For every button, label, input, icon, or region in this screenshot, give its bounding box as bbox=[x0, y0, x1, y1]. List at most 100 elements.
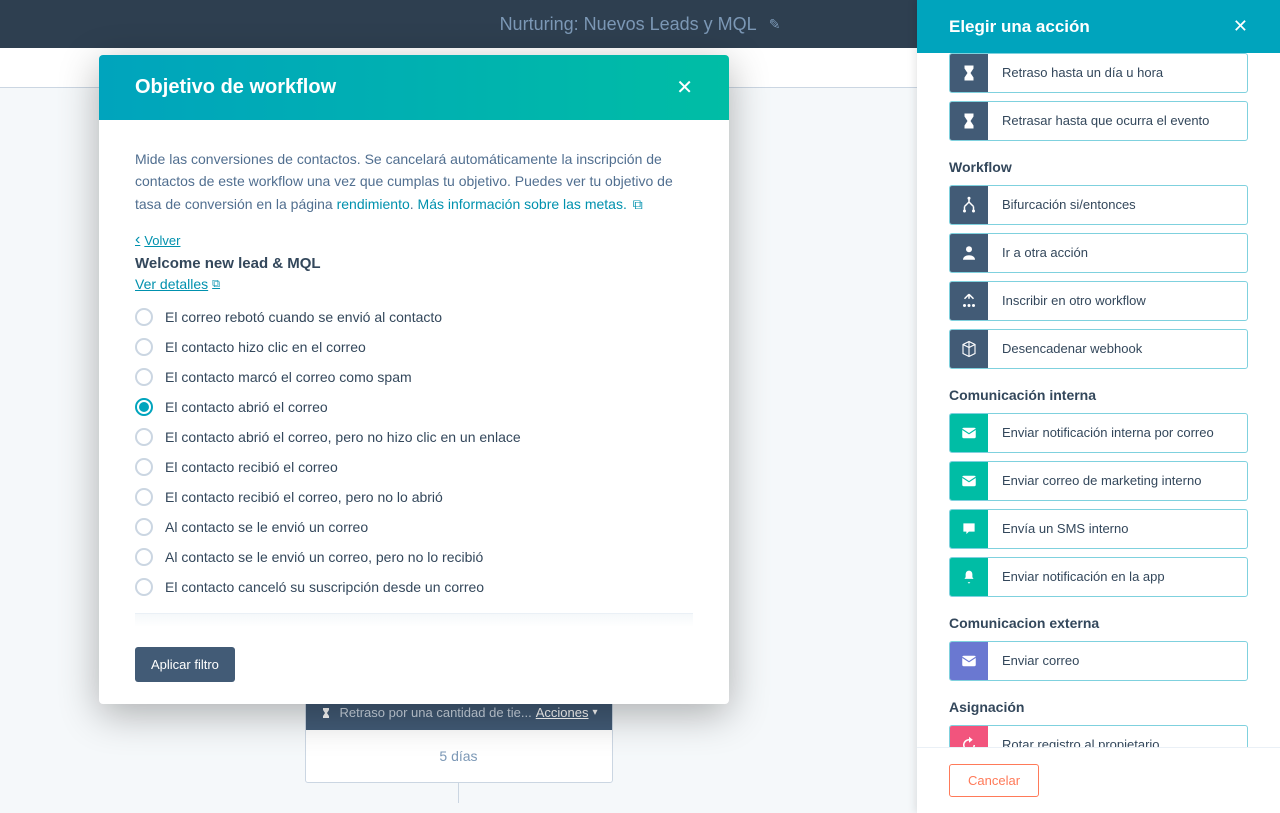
action-label: Retrasar hasta que ocurra el evento bbox=[988, 102, 1247, 140]
radio-label: El contacto abrió el correo, pero no hiz… bbox=[165, 429, 521, 445]
action-option[interactable]: Desencadenar webhook bbox=[949, 329, 1248, 369]
workflow-title: Nurturing: Nuevos Leads y MQL bbox=[500, 14, 757, 35]
enroll-icon bbox=[950, 282, 988, 320]
goal-option[interactable]: El contacto abrió el correo bbox=[135, 392, 693, 422]
action-option[interactable]: Rotar registro al propietario bbox=[949, 725, 1248, 747]
hourglass-icon bbox=[320, 707, 332, 719]
node-body: 5 días bbox=[306, 730, 612, 782]
modal-header: Objetivo de workflow ✕ bbox=[99, 55, 729, 120]
radio-button[interactable] bbox=[135, 368, 153, 386]
goal-option[interactable]: El contacto recibió el correo bbox=[135, 452, 693, 482]
action-label: Enviar notificación en la app bbox=[988, 558, 1247, 596]
radio-label: El correo rebotó cuando se envió al cont… bbox=[165, 309, 442, 325]
action-option[interactable]: Retrasar hasta que ocurra el evento bbox=[949, 101, 1248, 141]
radio-button[interactable] bbox=[135, 308, 153, 326]
goal-name: Welcome new lead & MQL bbox=[135, 255, 693, 272]
goal-option[interactable]: Al contacto se le envió un correo bbox=[135, 512, 693, 542]
radio-button[interactable] bbox=[135, 338, 153, 356]
action-option[interactable]: Bifurcación si/entonces bbox=[949, 185, 1248, 225]
chat-icon bbox=[950, 510, 988, 548]
action-label: Inscribir en otro workflow bbox=[988, 282, 1247, 320]
radio-button[interactable] bbox=[135, 548, 153, 566]
category-title: Workflow bbox=[949, 159, 1248, 175]
radio-label: Al contacto se le envió un correo, pero … bbox=[165, 549, 483, 565]
radio-button[interactable] bbox=[135, 458, 153, 476]
radio-label: El contacto canceló su suscripción desde… bbox=[165, 579, 484, 595]
side-panel-footer: Cancelar bbox=[917, 747, 1280, 813]
hourglass-icon bbox=[950, 54, 988, 92]
goal-option[interactable]: El contacto recibió el correo, pero no l… bbox=[135, 482, 693, 512]
goal-options-list[interactable]: El correo rebotó cuando se envió al cont… bbox=[135, 302, 693, 607]
goal-option[interactable]: El contacto hizo clic en el correo bbox=[135, 332, 693, 362]
back-link[interactable]: Volver bbox=[135, 231, 180, 249]
action-label: Enviar notificación interna por correo bbox=[988, 414, 1247, 452]
action-option[interactable]: Inscribir en otro workflow bbox=[949, 281, 1248, 321]
category-title: Asignación bbox=[949, 699, 1248, 715]
action-list[interactable]: Retraso hasta un día u hora Retrasar hast… bbox=[917, 53, 1280, 747]
radio-label: El contacto recibió el correo, pero no l… bbox=[165, 489, 443, 505]
radio-button[interactable] bbox=[135, 578, 153, 596]
delay-node[interactable]: Retraso por una cantidad de tie... Accio… bbox=[305, 694, 613, 783]
radio-label: El contacto marcó el correo como spam bbox=[165, 369, 412, 385]
view-details-link[interactable]: Ver detalles⧉ bbox=[135, 276, 220, 292]
mail-icon bbox=[950, 414, 988, 452]
action-option[interactable]: Ir a otra acción bbox=[949, 233, 1248, 273]
radio-label: El contacto hizo clic en el correo bbox=[165, 339, 366, 355]
action-option[interactable]: Enviar notificación interna por correo bbox=[949, 413, 1248, 453]
radio-button[interactable] bbox=[135, 488, 153, 506]
side-panel-header: Elegir una acción ✕ bbox=[917, 0, 1280, 53]
performance-link[interactable]: rendimiento bbox=[337, 196, 410, 212]
external-link-icon: ⧉ bbox=[212, 278, 220, 291]
modal-title: Objetivo de workflow bbox=[135, 76, 336, 99]
action-option[interactable]: Retraso hasta un día u hora bbox=[949, 53, 1248, 93]
mail-icon bbox=[950, 462, 988, 500]
side-panel-title: Elegir una acción bbox=[949, 17, 1090, 37]
radio-label: El contacto recibió el correo bbox=[165, 459, 338, 475]
action-label: Enviar correo de marketing interno bbox=[988, 462, 1247, 500]
goal-option[interactable]: El contacto marcó el correo como spam bbox=[135, 362, 693, 392]
action-label: Enviar correo bbox=[988, 642, 1247, 680]
action-label: Retraso hasta un día u hora bbox=[988, 54, 1247, 92]
edit-title-icon[interactable]: ✎ bbox=[769, 16, 781, 33]
category-title: Comunicación interna bbox=[949, 387, 1248, 403]
goal-option[interactable]: El correo rebotó cuando se envió al cont… bbox=[135, 302, 693, 332]
caret-down-icon: ▾ bbox=[592, 707, 597, 718]
separator bbox=[135, 613, 693, 627]
radio-button[interactable] bbox=[135, 428, 153, 446]
action-option[interactable]: Enviar correo bbox=[949, 641, 1248, 681]
close-icon[interactable]: ✕ bbox=[676, 75, 693, 100]
node-label: Retraso por una cantidad de tie... bbox=[340, 705, 536, 720]
person-icon bbox=[950, 234, 988, 272]
goal-option[interactable]: El contacto abrió el correo, pero no hiz… bbox=[135, 422, 693, 452]
cube-icon bbox=[950, 330, 988, 368]
apply-filter-button[interactable]: Aplicar filtro bbox=[135, 647, 235, 682]
cancel-button[interactable]: Cancelar bbox=[949, 764, 1039, 797]
choose-action-panel: Elegir una acción ✕ Retraso hasta un día… bbox=[917, 0, 1280, 813]
radio-label: Al contacto se le envió un correo bbox=[165, 519, 368, 535]
rotate-icon bbox=[950, 726, 988, 747]
hourglass-icon bbox=[950, 102, 988, 140]
radio-label: El contacto abrió el correo bbox=[165, 399, 328, 415]
action-label: Envía un SMS interno bbox=[988, 510, 1247, 548]
action-label: Ir a otra acción bbox=[988, 234, 1247, 272]
close-icon[interactable]: ✕ bbox=[1233, 16, 1248, 37]
mail-icon bbox=[950, 642, 988, 680]
action-option[interactable]: Enviar notificación en la app bbox=[949, 557, 1248, 597]
modal-description: Mide las conversiones de contactos. Se c… bbox=[135, 148, 693, 215]
radio-button[interactable] bbox=[135, 398, 153, 416]
action-label: Bifurcación si/entonces bbox=[988, 186, 1247, 224]
goal-option[interactable]: El contacto canceló su suscripción desde… bbox=[135, 572, 693, 602]
workflow-goal-modal: Objetivo de workflow ✕ Mide las conversi… bbox=[99, 55, 729, 704]
external-link-icon: ⧉ bbox=[629, 196, 643, 212]
radio-button[interactable] bbox=[135, 518, 153, 536]
node-actions-link[interactable]: Acciones bbox=[536, 705, 589, 720]
goals-help-link[interactable]: Más información sobre las metas. ⧉ bbox=[418, 196, 643, 212]
category-title: Comunicacion externa bbox=[949, 615, 1248, 631]
action-label: Rotar registro al propietario bbox=[988, 726, 1247, 747]
action-option[interactable]: Enviar correo de marketing interno bbox=[949, 461, 1248, 501]
action-option[interactable]: Envía un SMS interno bbox=[949, 509, 1248, 549]
bell-icon bbox=[950, 558, 988, 596]
branch-icon bbox=[950, 186, 988, 224]
goal-option[interactable]: Al contacto se le envió un correo, pero … bbox=[135, 542, 693, 572]
action-label: Desencadenar webhook bbox=[988, 330, 1247, 368]
